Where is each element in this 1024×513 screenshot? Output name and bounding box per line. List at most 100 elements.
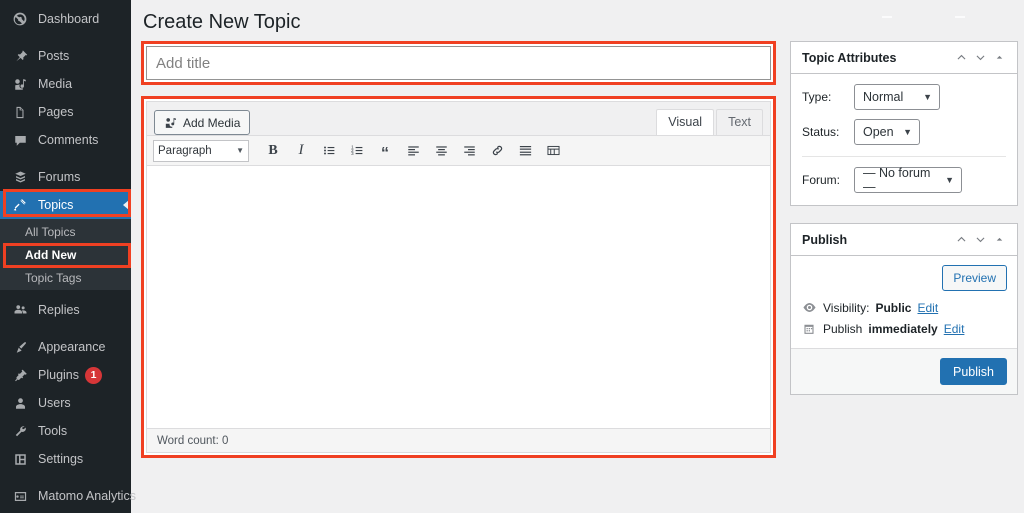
sidebar-item-media[interactable]: Media — [0, 70, 131, 98]
numbered-list-icon[interactable]: 123 — [346, 140, 368, 162]
toolbar-toggle-icon[interactable] — [542, 140, 564, 162]
publish-label: Publish — [953, 364, 994, 379]
type-row: Type: Normal ▼ — [802, 84, 1006, 110]
toggle-panel-icon[interactable] — [990, 229, 1009, 251]
sidebar-item-label: Tools — [38, 423, 68, 438]
move-down-icon[interactable] — [971, 47, 990, 69]
format-select-value: Paragraph — [158, 144, 212, 157]
chevron-down-icon: ▼ — [903, 127, 912, 137]
forum-row: Forum: — No forum — ▼ — [802, 166, 1006, 194]
align-right-icon[interactable] — [458, 140, 480, 162]
metabox-header: Topic Attributes — [791, 42, 1017, 74]
publish-button[interactable]: Publish — [940, 358, 1007, 385]
svg-text:3: 3 — [351, 151, 354, 156]
editor-statusbar: Word count: 0 — [147, 428, 770, 453]
sidebar-item-label: Matomo Analytics — [38, 488, 136, 503]
preview-button[interactable]: Preview — [942, 265, 1007, 291]
sidebar-item-tools[interactable]: Tools — [0, 417, 131, 445]
topics-icon — [10, 195, 30, 215]
align-center-icon[interactable] — [430, 140, 452, 162]
editor-content-area[interactable] — [147, 166, 770, 429]
add-media-button[interactable]: Add Media — [154, 110, 251, 136]
metabox-title: Publish — [802, 232, 848, 247]
sidebar-subitem-topic-tags[interactable]: Topic Tags — [0, 266, 131, 289]
cutoff-artifact — [955, 16, 965, 18]
link-icon[interactable] — [486, 140, 508, 162]
sidebar-item-label: Plugins — [38, 367, 79, 382]
editor-columns: Add Media Visual Text — [141, 41, 1018, 459]
highlight-editor: Add Media Visual Text Paragraph ▼ B I 1 … — [141, 96, 776, 459]
sidebar-item-comments[interactable]: Comments — [0, 126, 131, 154]
cutoff-artifact — [882, 16, 892, 18]
sidebar-item-label: Replies — [38, 302, 80, 317]
current-arrow-icon — [123, 200, 129, 210]
word-count: Word count: 0 — [157, 434, 229, 447]
status-row: Status: Open ▼ — [802, 119, 1006, 145]
plugins-update-badge: 1 — [85, 366, 102, 384]
visibility-row: Visibility: Public Edit — [801, 300, 1007, 315]
forum-value: — No forum — — [863, 166, 931, 194]
sidebar-item-dashboard[interactable]: Dashboard — [0, 5, 131, 33]
schedule-prefix: Publish — [823, 322, 863, 336]
main-content: Create New Topic Add title Add Media Vis… — [131, 0, 1024, 513]
sidebar-item-pages[interactable]: Pages — [0, 98, 131, 126]
blockquote-icon[interactable]: “ — [374, 140, 396, 162]
preview-row: Preview — [801, 265, 1007, 291]
move-up-icon[interactable] — [952, 47, 971, 69]
paragraph-format-select[interactable]: Paragraph ▼ — [153, 139, 249, 162]
primary-column: Add Media Visual Text — [141, 41, 776, 459]
forums-icon — [10, 167, 30, 187]
submenu-label: Topic Tags — [25, 270, 82, 285]
type-select[interactable]: Normal ▼ — [854, 84, 940, 110]
bold-icon[interactable]: B — [262, 140, 284, 162]
schedule-value: immediately — [868, 322, 938, 336]
chevron-down-icon: ▼ — [236, 146, 244, 156]
submenu-label: All Topics — [25, 224, 76, 239]
tab-text[interactable]: Text — [716, 109, 763, 136]
add-media-label: Add Media — [183, 115, 241, 130]
sidebar-column: Topic Attributes Type: Normal ▼ Status: … — [790, 41, 1018, 412]
sidebar-item-replies[interactable]: Replies — [0, 296, 131, 324]
status-label: Status: — [802, 125, 840, 139]
status-select[interactable]: Open ▼ — [854, 119, 920, 145]
sidebar-item-label: Pages — [38, 104, 74, 119]
sidebar-divider — [0, 324, 131, 333]
read-more-icon[interactable] — [514, 140, 536, 162]
publish-body: Preview Visibility: Public Edit Publish … — [791, 256, 1017, 348]
sidebar-item-matomo-analytics[interactable]: Matomo Analytics — [0, 482, 136, 510]
move-down-icon[interactable] — [971, 229, 990, 251]
plug-icon — [10, 365, 30, 385]
sidebar-item-label: Forums — [38, 169, 81, 184]
sidebar-item-plugins[interactable]: Plugins 1 — [0, 361, 131, 389]
move-up-icon[interactable] — [952, 229, 971, 251]
sidebar-item-label: Topics — [38, 197, 74, 212]
italic-icon[interactable]: I — [290, 140, 312, 162]
visibility-edit-link[interactable]: Edit — [917, 301, 938, 315]
bulleted-list-icon[interactable] — [318, 140, 340, 162]
metabox-title: Topic Attributes — [802, 50, 897, 65]
add-media-icon — [164, 116, 178, 130]
sidebar-item-settings[interactable]: Settings — [0, 445, 131, 473]
admin-sidebar: Dashboard Posts Media Pages Comments For… — [0, 0, 136, 513]
topic-attributes-metabox: Topic Attributes Type: Normal ▼ Status: … — [790, 41, 1018, 206]
sidebar-subitem-add-new[interactable]: Add New — [0, 243, 131, 266]
sidebar-item-label: Appearance — [38, 339, 106, 354]
sidebar-item-label: Posts — [38, 48, 70, 63]
sidebar-item-posts[interactable]: Posts — [0, 42, 131, 70]
sidebar-item-topics[interactable]: Topics — [0, 191, 131, 219]
preview-label: Preview — [953, 271, 996, 285]
toggle-panel-icon[interactable] — [990, 47, 1009, 69]
type-label: Type: — [802, 90, 832, 104]
sidebar-item-forums[interactable]: Forums — [0, 163, 131, 191]
calendar-icon — [801, 322, 817, 336]
replies-icon — [10, 300, 30, 320]
sidebar-item-appearance[interactable]: Appearance — [0, 333, 131, 361]
chevron-down-icon: ▼ — [923, 92, 932, 102]
sidebar-item-users[interactable]: Users — [0, 389, 131, 417]
forum-select[interactable]: — No forum — ▼ — [854, 166, 962, 194]
align-left-icon[interactable] — [402, 140, 424, 162]
sidebar-subitem-all-topics[interactable]: All Topics — [0, 220, 131, 243]
schedule-edit-link[interactable]: Edit — [944, 322, 965, 336]
tab-visual[interactable]: Visual — [656, 109, 715, 136]
title-input[interactable] — [146, 46, 771, 80]
